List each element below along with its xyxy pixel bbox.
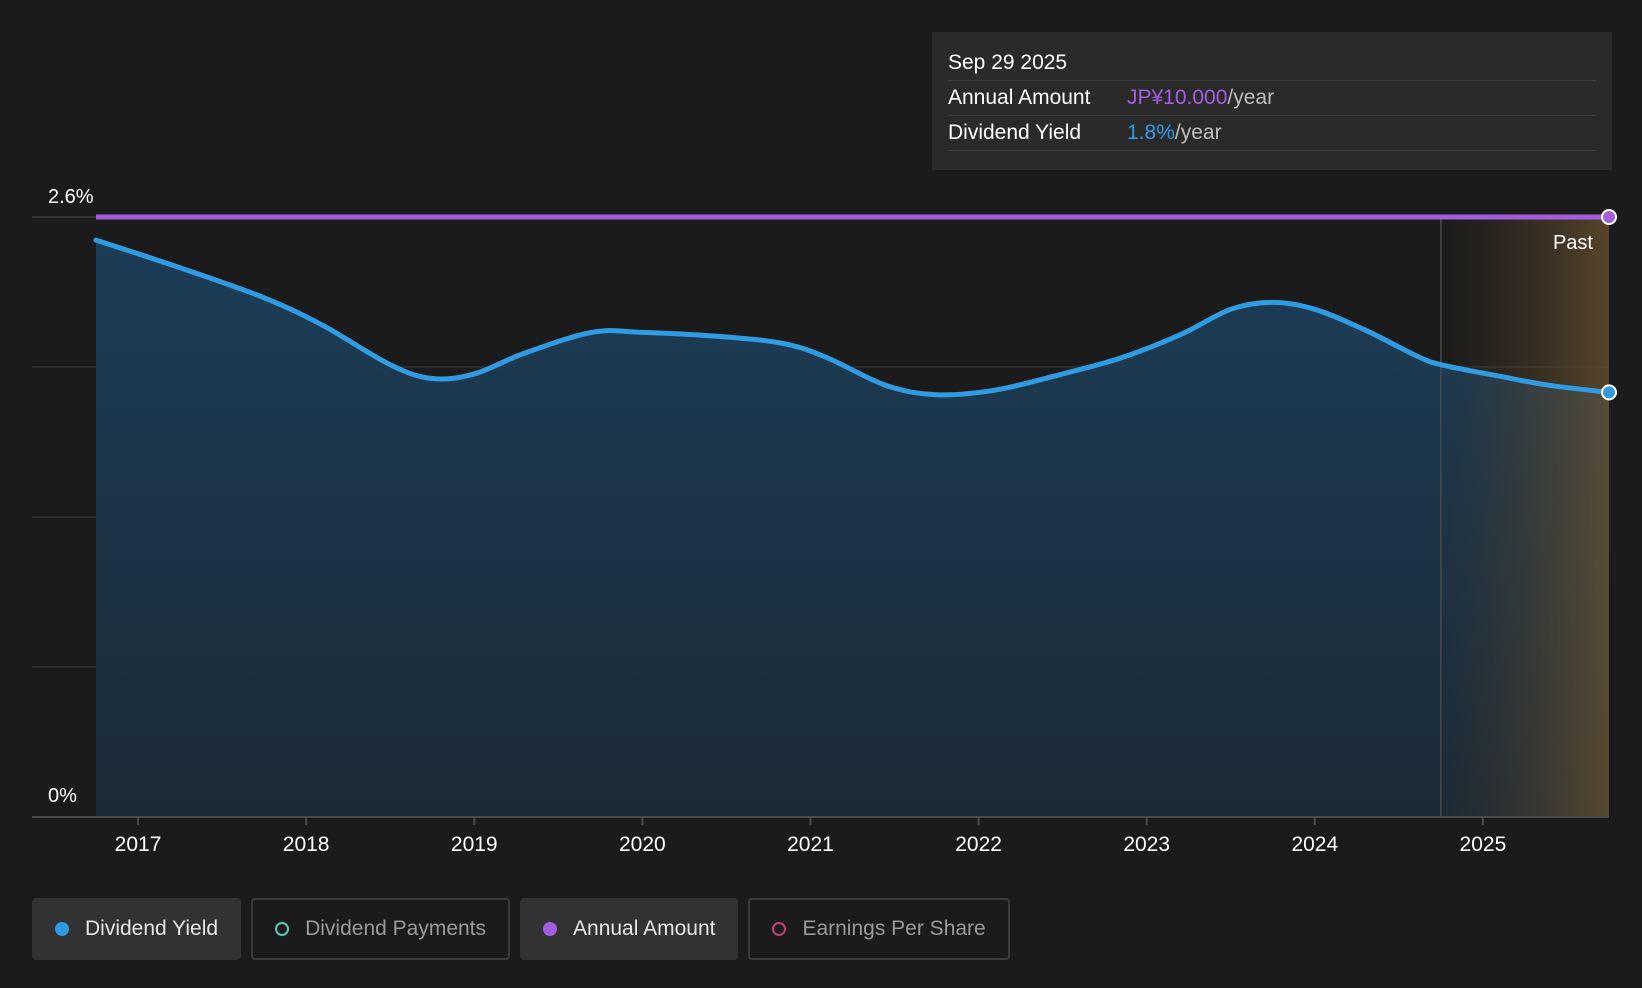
legend-ring-icon — [275, 922, 290, 936]
legend-label: Earnings Per Share — [802, 917, 986, 940]
past-region-shade — [1440, 217, 1609, 817]
x-tick-label: 2018 — [283, 833, 330, 856]
x-tick-label: 2023 — [1123, 833, 1170, 856]
x-tick-label: 2019 — [451, 833, 498, 856]
legend-dividend-payments-button[interactable]: Dividend Payments — [251, 898, 511, 960]
y-axis-min-label: 0% — [48, 785, 77, 807]
x-tick-label: 2020 — [619, 833, 666, 856]
tooltip-unit: /year — [1174, 121, 1222, 144]
legend-earnings-per-share-button[interactable]: Earnings Per Share — [748, 898, 1010, 960]
tooltip-row-dividend-yield: Dividend Yield 1.8% /year — [948, 116, 1596, 151]
legend-dot-icon — [543, 922, 558, 936]
x-tick-label: 2017 — [115, 833, 162, 856]
tooltip-label: Annual Amount — [948, 86, 1091, 109]
hover-tooltip: Sep 29 2025 Annual Amount JP¥10.000 /yea… — [932, 32, 1612, 170]
tooltip-value: JP¥10.000 — [1127, 86, 1228, 109]
tooltip-row-annual-amount: Annual Amount JP¥10.000 /year — [948, 81, 1596, 116]
tooltip-label: Dividend Yield — [948, 121, 1082, 144]
dividend-yield-end-marker — [1601, 384, 1617, 401]
y-axis-max-label: 2.6% — [48, 186, 94, 208]
past-region: Past — [1440, 217, 1609, 817]
legend-dividend-yield-button[interactable]: Dividend Yield — [32, 898, 242, 960]
past-region-label: Past — [1553, 232, 1593, 254]
annual-amount-end-marker — [1601, 209, 1617, 225]
x-tick-label: 2024 — [1291, 833, 1338, 856]
x-tick-label: 2021 — [787, 833, 834, 856]
tooltip-value: 1.8% — [1127, 121, 1175, 144]
tooltip-unit: /year — [1227, 86, 1275, 109]
x-tick-label: 2025 — [1460, 833, 1507, 856]
legend-annual-amount-button[interactable]: Annual Amount — [520, 898, 739, 960]
legend-label: Dividend Yield — [85, 917, 219, 940]
legend-ring-icon — [772, 922, 787, 936]
legend-label: Annual Amount — [573, 917, 716, 940]
chart-legend: Dividend Yield Dividend Payments Annual … — [32, 898, 1010, 960]
legend-label: Dividend Payments — [305, 917, 487, 940]
tooltip-date: Sep 29 2025 — [948, 46, 1596, 81]
x-tick-label: 2022 — [955, 833, 1002, 856]
legend-dot-icon — [55, 922, 69, 936]
